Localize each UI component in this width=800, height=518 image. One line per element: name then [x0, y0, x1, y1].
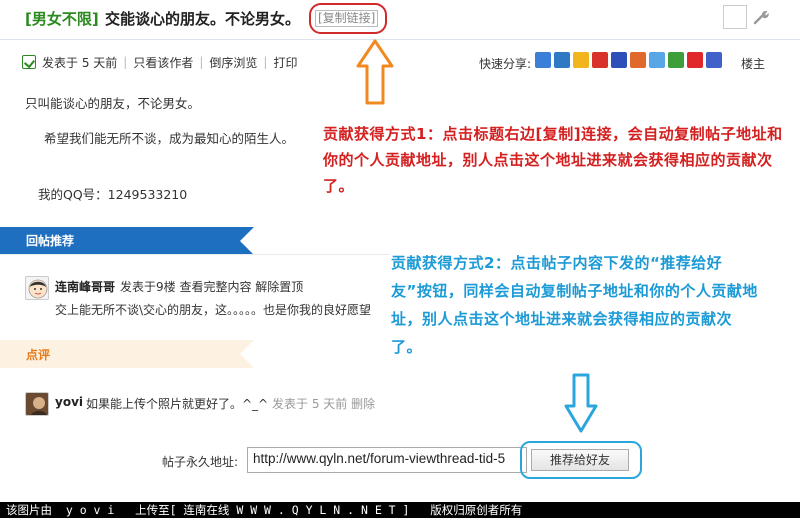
- share-feixin-icon[interactable]: [668, 52, 684, 68]
- share-weibo-icon[interactable]: [687, 52, 703, 68]
- post-meta-bar: 发表于 5 天前 | 只看该作者 | 倒序浏览 | 打印: [22, 53, 297, 71]
- wrench-icon[interactable]: [752, 8, 770, 26]
- reply-excerpt: 交上能无所不谈\交心的朋友，这。。。。。也是你我的良好愿望: [55, 303, 372, 317]
- highlight-oval-recommend: [520, 441, 642, 479]
- permalink-input[interactable]: http://www.qyln.net/forum-viewthread-tid…: [247, 447, 527, 473]
- highlight-oval-copy-link: [309, 3, 387, 34]
- share-baidu-icon[interactable]: [611, 52, 627, 68]
- reply-meta[interactable]: 发表于9楼 查看完整内容 解除置顶: [120, 278, 303, 295]
- comment-username[interactable]: yovi: [55, 395, 83, 409]
- post-check-icon: [22, 55, 36, 69]
- avatar[interactable]: [25, 276, 49, 300]
- annotation-method-2: 贡献获得方式2：点击帖子内容下发的“推荐给好友”按钮，同样会自动复制帖子地址和你…: [391, 254, 758, 356]
- post-body-line: 我的QQ号：1249533210: [38, 187, 188, 202]
- share-qzone-icon[interactable]: [535, 52, 551, 68]
- comment-label: 点评: [26, 348, 51, 362]
- divider: |: [263, 55, 268, 69]
- down-arrow-blue-icon: [564, 373, 598, 433]
- annotation-method-1: 贡献获得方式1：点击标题右边[复制]连接，会自动复制帖子地址和你的个人贡献地址，…: [323, 125, 783, 195]
- share-star-icon[interactable]: [573, 52, 589, 68]
- only-author-link[interactable]: 只看该作者: [133, 54, 193, 71]
- reverse-order-link[interactable]: 倒序浏览: [209, 54, 257, 71]
- permalink-label: 帖子永久地址:: [162, 455, 239, 469]
- thread-category-tag[interactable]: [男女不限]: [25, 8, 99, 29]
- share-douban-icon[interactable]: [649, 52, 665, 68]
- up-arrow-orange-icon: [356, 39, 394, 105]
- floor-owner-label: 楼主: [741, 57, 766, 71]
- comment-time-delete[interactable]: 发表于 5 天前 删除: [272, 395, 375, 412]
- reply-recommend-label: 回帖推荐: [26, 234, 75, 248]
- print-link[interactable]: 打印: [273, 54, 297, 71]
- post-time: 发表于 5 天前: [42, 55, 118, 70]
- divider: |: [123, 55, 128, 69]
- post-body-line: 只叫能谈心的朋友，不论男女。: [25, 96, 201, 111]
- avatar-face-icon: [28, 279, 48, 299]
- divider: [0, 254, 390, 255]
- reply-username[interactable]: 连南峰哥哥: [55, 278, 115, 295]
- share-label: 快速分享:: [479, 57, 532, 71]
- thread-title: 交能谈心的朋友。不论男女。: [105, 10, 301, 28]
- share-renren-icon[interactable]: [554, 52, 570, 68]
- share-kaixin-icon[interactable]: [592, 52, 608, 68]
- share-paw-icon[interactable]: [706, 52, 722, 68]
- image-watermark-footer: 该图片由 y o v i 上传至[ 连南在线 W W W . Q Y L N .…: [0, 502, 800, 518]
- avatar[interactable]: [25, 392, 49, 416]
- checkbox-icon[interactable]: [723, 5, 747, 29]
- divider: |: [199, 55, 204, 69]
- comment-text: 如果能上传个照片就更好了。^_^: [86, 397, 269, 411]
- share-sohu-icon[interactable]: [630, 52, 646, 68]
- post-body-line: 希望我们能无所不谈，成为最知心的陌生人。: [44, 131, 295, 146]
- share-icon-list: [535, 52, 722, 68]
- avatar-photo-icon: [26, 393, 48, 415]
